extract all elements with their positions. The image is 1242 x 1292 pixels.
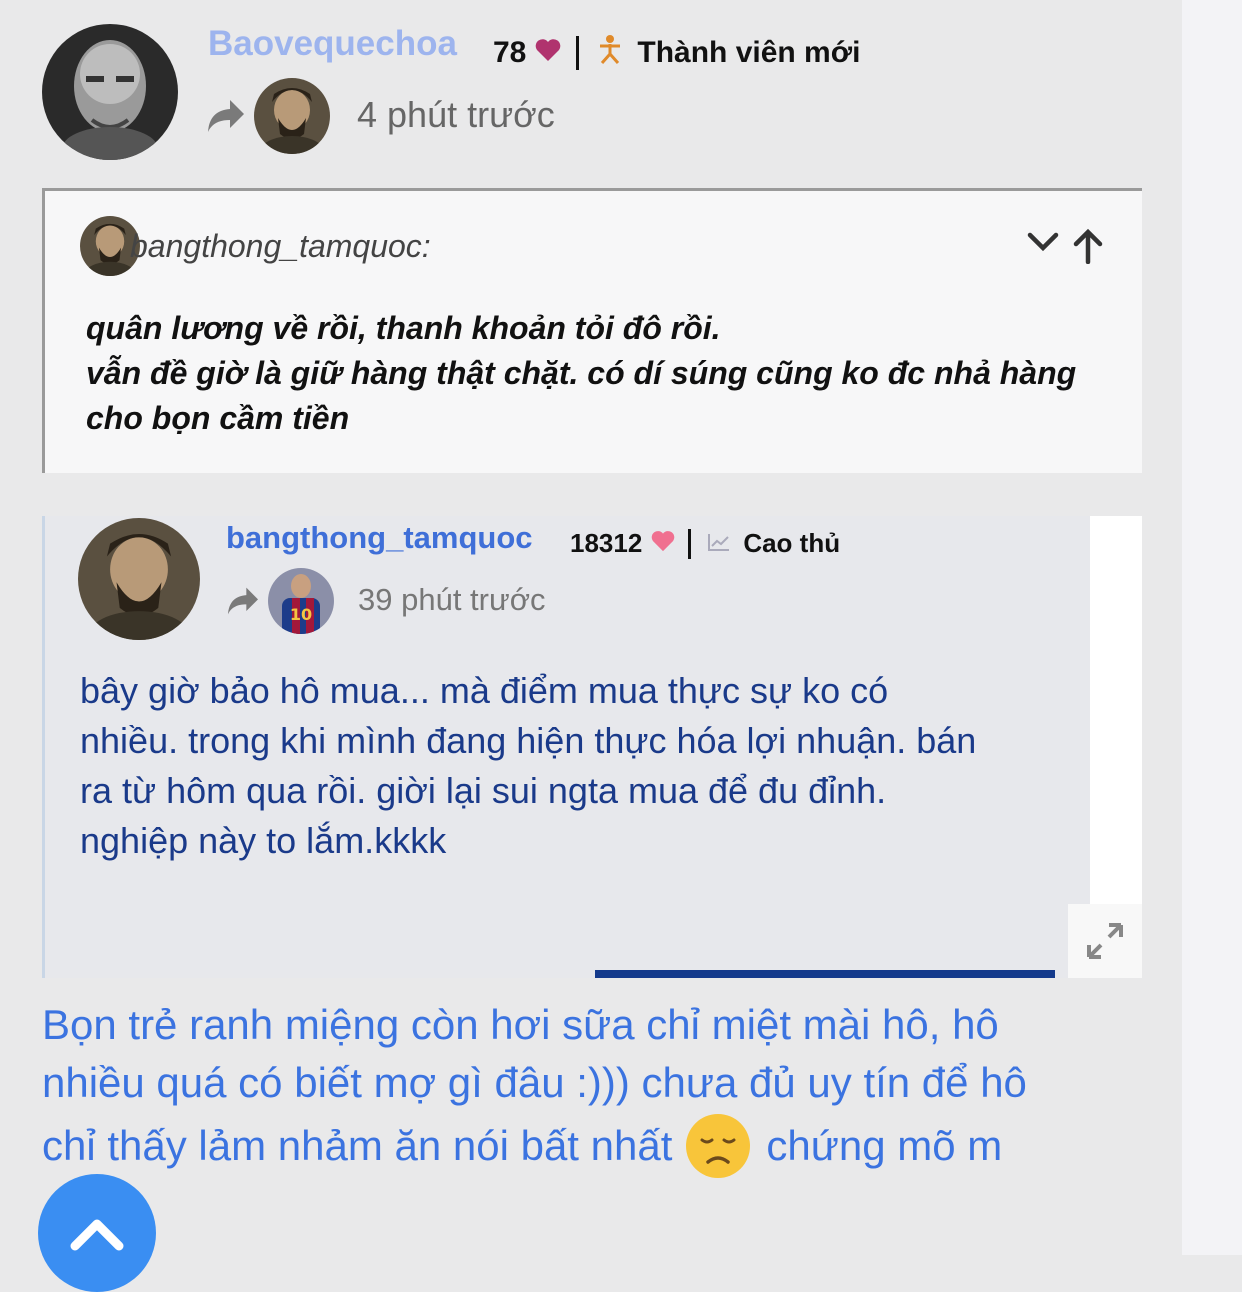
share-arrow-icon — [206, 98, 246, 139]
shared-post-edge — [1090, 516, 1142, 904]
scroll-to-top-button[interactable] — [38, 1174, 156, 1292]
disappointed-face-emoji — [684, 1112, 752, 1180]
comment-timestamp: 4 phút trước — [357, 94, 555, 135]
post-line: nghiệp này to lắm.kkkk — [80, 820, 447, 861]
member-rank: Cao thủ — [743, 528, 841, 558]
comment-text: Bọn trẻ ranh miệng còn hơi sữa chỉ miệt … — [42, 996, 1162, 1180]
quote-text: quân lương về rồi, thanh khoản tỏi đô rồ… — [86, 306, 1126, 441]
shared-post-text: bây giờ bảo hô mua... mà điểm mua thực s… — [80, 666, 1080, 866]
heart-count: 78 — [493, 36, 527, 69]
post-line: ra từ hôm qua rồi. giời lại sui ngta mua… — [80, 770, 887, 811]
post-underline — [595, 970, 1055, 978]
post-line: nhiều. trong khi mình đang hiện thực hóa… — [80, 720, 977, 761]
shared-post-stats: 18312 Cao thủ — [570, 528, 840, 559]
stat-divider — [688, 528, 692, 559]
comment-line: nhiều quá có biết mợ gì đâu :))) chưa đủ… — [42, 1059, 1027, 1106]
comment-line-text: chứng mõ m — [766, 1122, 1003, 1169]
chevron-up-icon — [70, 1219, 124, 1251]
footballer-avatar[interactable]: 10 — [268, 568, 334, 634]
shared-post-avatar[interactable] — [78, 518, 200, 640]
heart-icon — [650, 528, 676, 559]
expand-icon — [1087, 923, 1123, 959]
comment-line: Bọn trẻ ranh miệng còn hơi sữa chỉ miệt … — [42, 1001, 999, 1048]
quote-author-name[interactable]: bangthong_tamquoc: — [130, 228, 431, 265]
shared-post-timestamp: 39 phút trước — [358, 582, 546, 617]
right-edge-strip — [1182, 0, 1242, 1255]
expand-button[interactable] — [1068, 904, 1142, 978]
shared-post-username[interactable]: bangthong_tamquoc — [226, 520, 533, 556]
quote-line: vẫn đề giờ là giữ hàng thật chặt. có dí … — [86, 355, 1077, 391]
post-line: bây giờ bảo hô mua... mà điểm mua thực s… — [80, 670, 889, 711]
comment-user-stats: 78 Thành viên mới — [493, 34, 860, 72]
stat-divider — [576, 36, 580, 70]
comment-line: chỉ thấy lảm nhảm ăn nói bất nhất chứng … — [42, 1112, 1162, 1180]
heart-count: 18312 — [570, 528, 643, 558]
quote-line: quân lương về rồi, thanh khoản tỏi đô rồ… — [86, 310, 721, 346]
share-arrow-icon — [226, 586, 260, 621]
comment-line-text: chỉ thấy lảm nhảm ăn nói bất nhất — [42, 1122, 673, 1169]
jersey-number: 10 — [290, 605, 312, 624]
member-rank: Thành viên mới — [637, 36, 861, 69]
chart-icon — [707, 528, 731, 559]
shared-from-avatar[interactable] — [254, 78, 330, 154]
quote-line: cho bọn cầm tiền — [86, 400, 350, 436]
chevron-down-icon[interactable] — [1026, 230, 1060, 259]
user-avatar[interactable] — [42, 24, 178, 160]
heart-icon — [534, 36, 562, 70]
arrow-up-icon[interactable] — [1072, 228, 1104, 269]
comment-username[interactable]: Baovequechoa — [208, 24, 457, 64]
new-member-icon — [597, 34, 623, 72]
